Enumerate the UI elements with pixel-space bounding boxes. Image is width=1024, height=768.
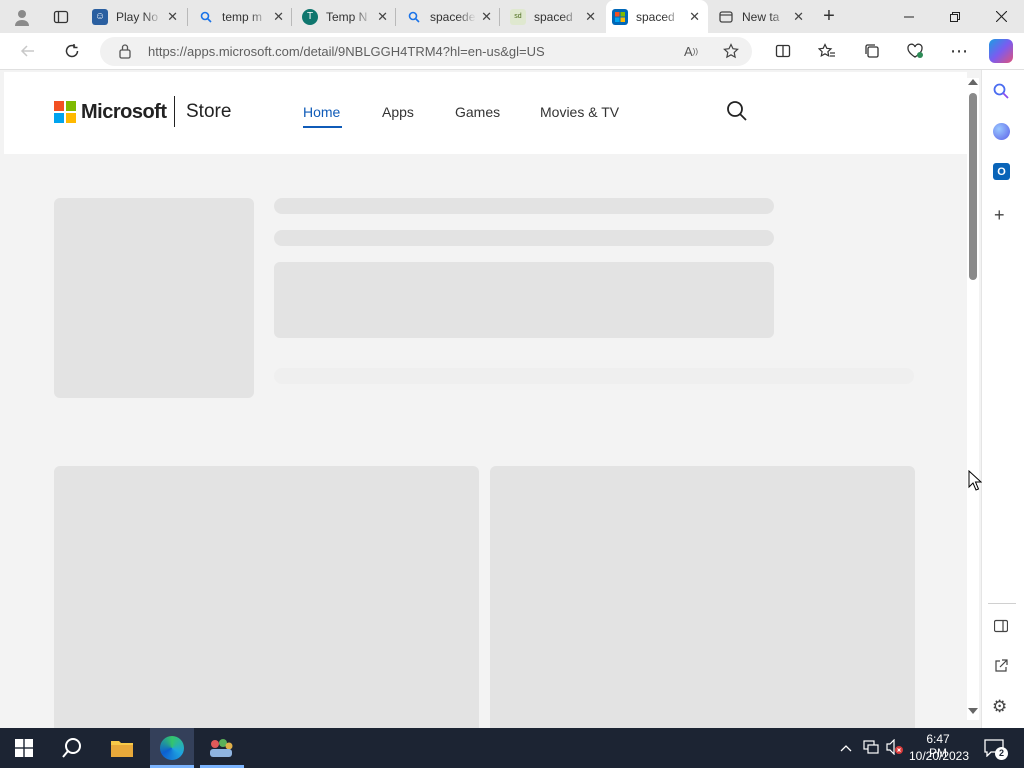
info-line-placeholder [274,368,914,384]
tab-separator [395,8,396,26]
sidebar-copilot-icon[interactable] [993,123,1010,140]
edge-taskbar-icon[interactable] [160,736,184,760]
sidebar-search-icon[interactable] [992,82,1010,105]
mouse-cursor-icon [968,469,983,496]
nav-movies-tv[interactable]: Movies & TV [540,104,619,120]
file-explorer-icon[interactable] [111,739,133,762]
scroll-up-icon[interactable] [968,79,978,85]
close-tab-icon[interactable]: ✕ [273,9,284,25]
microsoft-store-icon [612,8,628,25]
nav-games[interactable]: Games [455,104,500,120]
close-tab-icon[interactable]: ✕ [689,9,700,25]
more-options-icon[interactable]: ⋯ [944,36,974,66]
brand-name[interactable]: Microsoft [81,101,167,124]
read-aloud-icon[interactable]: A)) [676,36,706,66]
back-icon[interactable] [13,36,43,66]
tab-5-title: spaced [534,9,573,24]
tab-actions-icon[interactable] [50,6,72,28]
tab-1-title: Play No [116,9,159,24]
tab-7-title: New ta [742,9,780,24]
taskbar-search-icon[interactable] [61,737,83,764]
person-avatar-icon: ☺ [92,8,108,25]
restore-button[interactable] [932,0,978,33]
refresh-icon[interactable] [57,36,87,66]
sidebar-add-icon[interactable]: + [994,206,1005,224]
screenshot-placeholder [54,466,479,728]
open-external-icon[interactable] [994,659,1008,678]
sidebar-settings-icon[interactable]: ⚙ [992,697,1007,717]
nav-home[interactable]: Home [303,104,340,120]
nav-apps[interactable]: Apps [382,104,414,120]
app-icon-placeholder [54,198,254,398]
spacedesk-icon: sd [510,8,526,25]
minimize-button[interactable] [886,0,932,33]
profile-icon[interactable] [10,5,34,29]
tab-4[interactable]: spacede ✕ [400,0,500,33]
screenshot-placeholder [490,466,915,728]
action-placeholder [274,262,774,338]
hide-sidebar-icon[interactable] [993,619,1009,638]
tab-6-title: spaced [636,9,675,24]
tab-1[interactable]: ☺ Play No ✕ [86,0,186,33]
volume-muted-icon[interactable] [886,738,904,760]
tab-2-title: temp m [222,9,263,24]
network-icon[interactable] [863,740,879,759]
sidebar-divider [988,603,1016,604]
microsoft-logo-icon[interactable] [54,101,76,123]
tab-4-title: spacede [430,9,476,24]
start-button-icon[interactable] [15,739,33,762]
collections-icon[interactable] [857,36,887,66]
tab-7[interactable]: New ta ✕ [712,0,812,33]
close-tab-icon[interactable]: ✕ [481,9,492,25]
copilot-icon[interactable] [989,39,1013,63]
search-icon [406,9,422,25]
close-tab-icon[interactable]: ✕ [585,9,596,25]
store-search-icon[interactable] [726,100,748,127]
temp-site-icon: T [302,8,318,25]
notification-badge: 2 [995,747,1008,760]
close-tab-icon[interactable]: ✕ [167,9,178,25]
tab-separator [499,8,500,26]
subtitle-placeholder [274,230,774,246]
tab-separator [291,8,292,26]
new-tab-button[interactable]: + [818,5,840,27]
split-screen-icon[interactable] [768,36,798,66]
clock-date[interactable]: 10/20/2023 [908,749,970,763]
tab-3[interactable]: T Temp N ✕ [296,0,396,33]
tab-6[interactable]: spaced ✕ [606,0,708,33]
close-tab-icon[interactable]: ✕ [793,9,804,25]
favorites-icon[interactable] [812,36,842,66]
show-hidden-icons[interactable] [840,741,852,755]
new-tab-icon [718,9,734,25]
url-text[interactable]: https://apps.microsoft.com/detail/9NBLGG… [148,44,545,59]
tab-3-title: Temp N [326,9,368,24]
brand-divider [174,96,175,127]
outlook-icon[interactable]: O [993,163,1010,180]
team-app-icon[interactable] [208,738,234,763]
title-placeholder [274,198,774,214]
nav-active-indicator [303,126,342,128]
favorite-star-icon[interactable] [716,36,746,66]
lock-icon[interactable] [118,43,132,64]
browser-essentials-icon[interactable] [900,36,930,66]
search-icon [198,9,214,25]
close-window-button[interactable] [978,0,1024,33]
store-label[interactable]: Store [186,101,231,123]
tab-5[interactable]: sd spaced ✕ [504,0,604,33]
close-tab-icon[interactable]: ✕ [377,9,388,25]
scrollbar-thumb[interactable] [969,93,977,280]
scroll-down-icon[interactable] [968,708,978,714]
tab-2[interactable]: temp m ✕ [192,0,292,33]
tab-separator [187,8,188,26]
